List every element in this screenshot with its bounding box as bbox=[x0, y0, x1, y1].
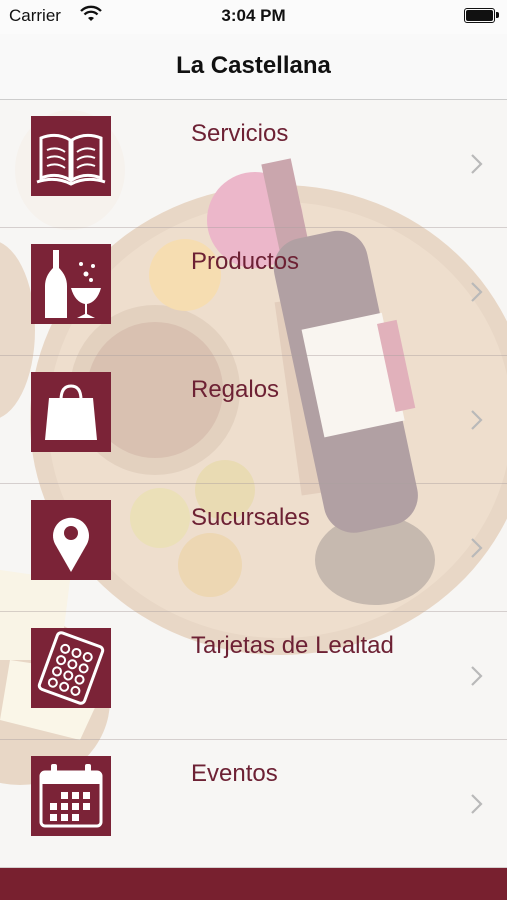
battery-icon bbox=[464, 8, 499, 23]
menu-item-sucursales[interactable]: Sucursales bbox=[0, 484, 507, 612]
menu-item-tarjetas-de-lealtad[interactable]: Tarjetas de Lealtad bbox=[0, 612, 507, 740]
clock: 3:04 PM bbox=[221, 6, 286, 25]
menu-item-label: Servicios bbox=[191, 120, 289, 147]
map-pin-icon bbox=[31, 500, 111, 580]
chevron-right-icon bbox=[471, 154, 483, 174]
main-menu: Servicios Productos Regalos Sucursales T… bbox=[0, 100, 507, 868]
page-title: La Castellana bbox=[176, 52, 331, 79]
chevron-right-icon bbox=[471, 666, 483, 686]
calendar-icon bbox=[31, 756, 111, 836]
chevron-right-icon bbox=[471, 410, 483, 430]
chevron-right-icon bbox=[471, 794, 483, 814]
shopping-bag-icon bbox=[31, 372, 111, 452]
chevron-right-icon bbox=[471, 282, 483, 302]
menu-item-label: Regalos bbox=[191, 376, 280, 403]
chevron-right-icon bbox=[471, 538, 483, 558]
menu-item-productos[interactable]: Productos bbox=[0, 228, 507, 356]
menu-item-regalos[interactable]: Regalos bbox=[0, 356, 507, 484]
navigation-bar: La Castellana bbox=[0, 34, 507, 100]
book-icon bbox=[31, 116, 111, 196]
wine-bottle-glass-icon bbox=[31, 244, 111, 324]
bottom-bar bbox=[0, 868, 507, 900]
menu-item-label: Productos bbox=[191, 248, 300, 275]
menu-item-label: Eventos bbox=[191, 760, 278, 787]
loyalty-card-icon bbox=[31, 628, 111, 708]
menu-item-label: Sucursales bbox=[191, 504, 310, 531]
menu-item-label: Tarjetas de Lealtad bbox=[191, 632, 394, 659]
menu-item-servicios[interactable]: Servicios bbox=[0, 100, 507, 228]
status-bar: Carrier 3:04 PM bbox=[0, 0, 507, 34]
menu-item-eventos[interactable]: Eventos bbox=[0, 740, 507, 868]
